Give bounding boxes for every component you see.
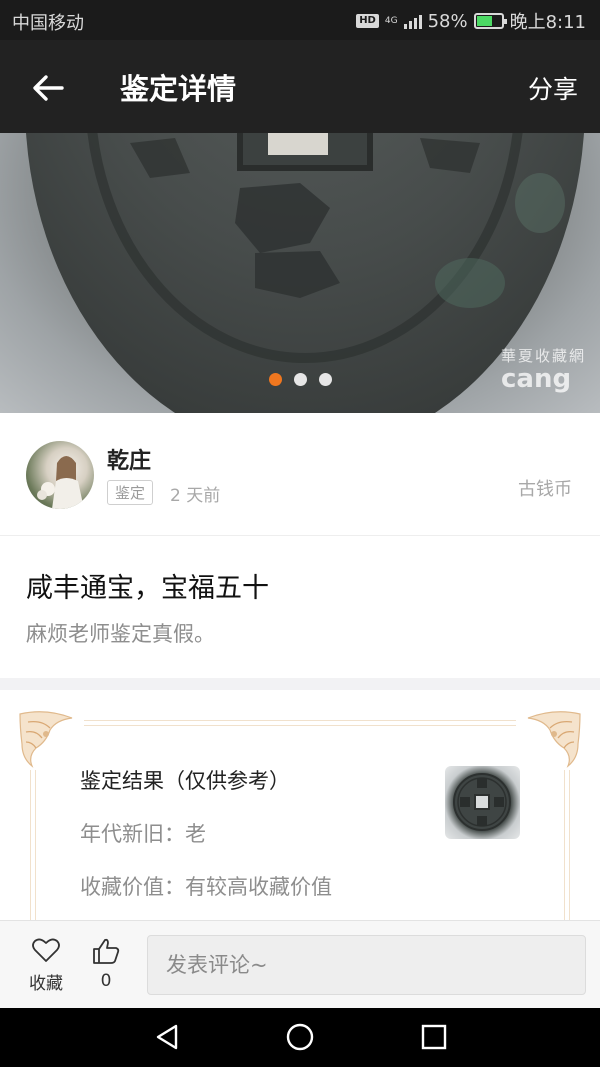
status-badge: 鉴定 <box>107 480 154 505</box>
clock: 晚上8:11 <box>509 12 586 33</box>
like-button[interactable]: 0 <box>86 937 126 991</box>
watermark-en: cang <box>500 364 572 394</box>
thumbs-up-icon <box>93 938 120 964</box>
nav-home-icon[interactable] <box>285 1022 315 1052</box>
network-type: 4G <box>384 15 398 26</box>
coin-thumbnail[interactable] <box>445 766 520 839</box>
status-icons: HD 4G 58% 晚上8:11 <box>356 8 586 34</box>
corner-ornament-icon <box>527 711 581 768</box>
carrier-name: 中国移动 <box>12 13 84 34</box>
result-title: 鉴定结果（仅供参考） <box>80 769 290 793</box>
frame-border-right <box>564 770 570 930</box>
status-bar: 中国移动 HD 4G 58% 晚上8:11 <box>0 0 600 40</box>
frame-border-left <box>30 770 36 930</box>
share-button[interactable]: 分享 <box>528 70 578 106</box>
comment-input[interactable] <box>147 935 586 995</box>
like-count: 0 <box>100 971 112 991</box>
post-time: 2 天前 <box>170 486 221 506</box>
carousel-dot <box>319 373 332 386</box>
battery-percent: 58% <box>427 10 468 32</box>
carousel-dot <box>294 373 307 386</box>
page-title: 鉴定详情 <box>120 72 237 106</box>
corner-ornament-icon <box>19 711 73 768</box>
carousel-dot-active <box>269 373 282 386</box>
favorite-label: 收藏 <box>29 974 63 994</box>
back-button[interactable] <box>30 70 66 106</box>
avatar-photo <box>37 456 84 509</box>
heart-icon <box>32 938 60 962</box>
signal-icon <box>403 13 422 29</box>
battery-fill <box>476 16 492 26</box>
post-title: 咸丰通宝，宝福五十 <box>26 573 269 604</box>
avatar[interactable] <box>26 441 94 509</box>
nav-recents-icon[interactable] <box>419 1022 449 1052</box>
post-description: 麻烦老师鉴定真假。 <box>26 622 215 646</box>
author-card: 乾庄 鉴定 2 天前 古钱币 <box>0 413 600 536</box>
post-content: 咸丰通宝，宝福五十 麻烦老师鉴定真假。 <box>0 536 600 678</box>
appraisal-result-card: 鉴定结果（仅供参考） 年代新旧：老 收藏价值：有较高收藏价值 <box>0 690 600 930</box>
nav-back-icon[interactable] <box>152 1022 182 1052</box>
system-nav-bar <box>0 1008 600 1067</box>
favorite-button[interactable]: 收藏 <box>24 937 68 994</box>
category-label[interactable]: 古钱币 <box>518 475 572 501</box>
battery-icon <box>473 13 507 29</box>
app-bar: 鉴定详情 分享 <box>0 40 600 133</box>
carousel-indicator <box>269 373 332 386</box>
watermark-cn: 華夏收藏網 <box>500 347 586 365</box>
watermark: 華夏收藏網 cang <box>501 345 586 392</box>
author-name[interactable]: 乾庄 <box>107 443 151 475</box>
coin-thumbnail-image <box>453 773 511 831</box>
result-value: 收藏价值：有较高收藏价值 <box>80 875 332 899</box>
result-age: 年代新旧：老 <box>80 822 206 846</box>
hd-icon: HD <box>356 14 379 28</box>
frame-divider <box>84 720 516 726</box>
hero-image-carousel[interactable]: 華夏收藏網 cang <box>0 133 600 413</box>
bottom-action-bar: 收藏 0 <box>0 920 600 1008</box>
